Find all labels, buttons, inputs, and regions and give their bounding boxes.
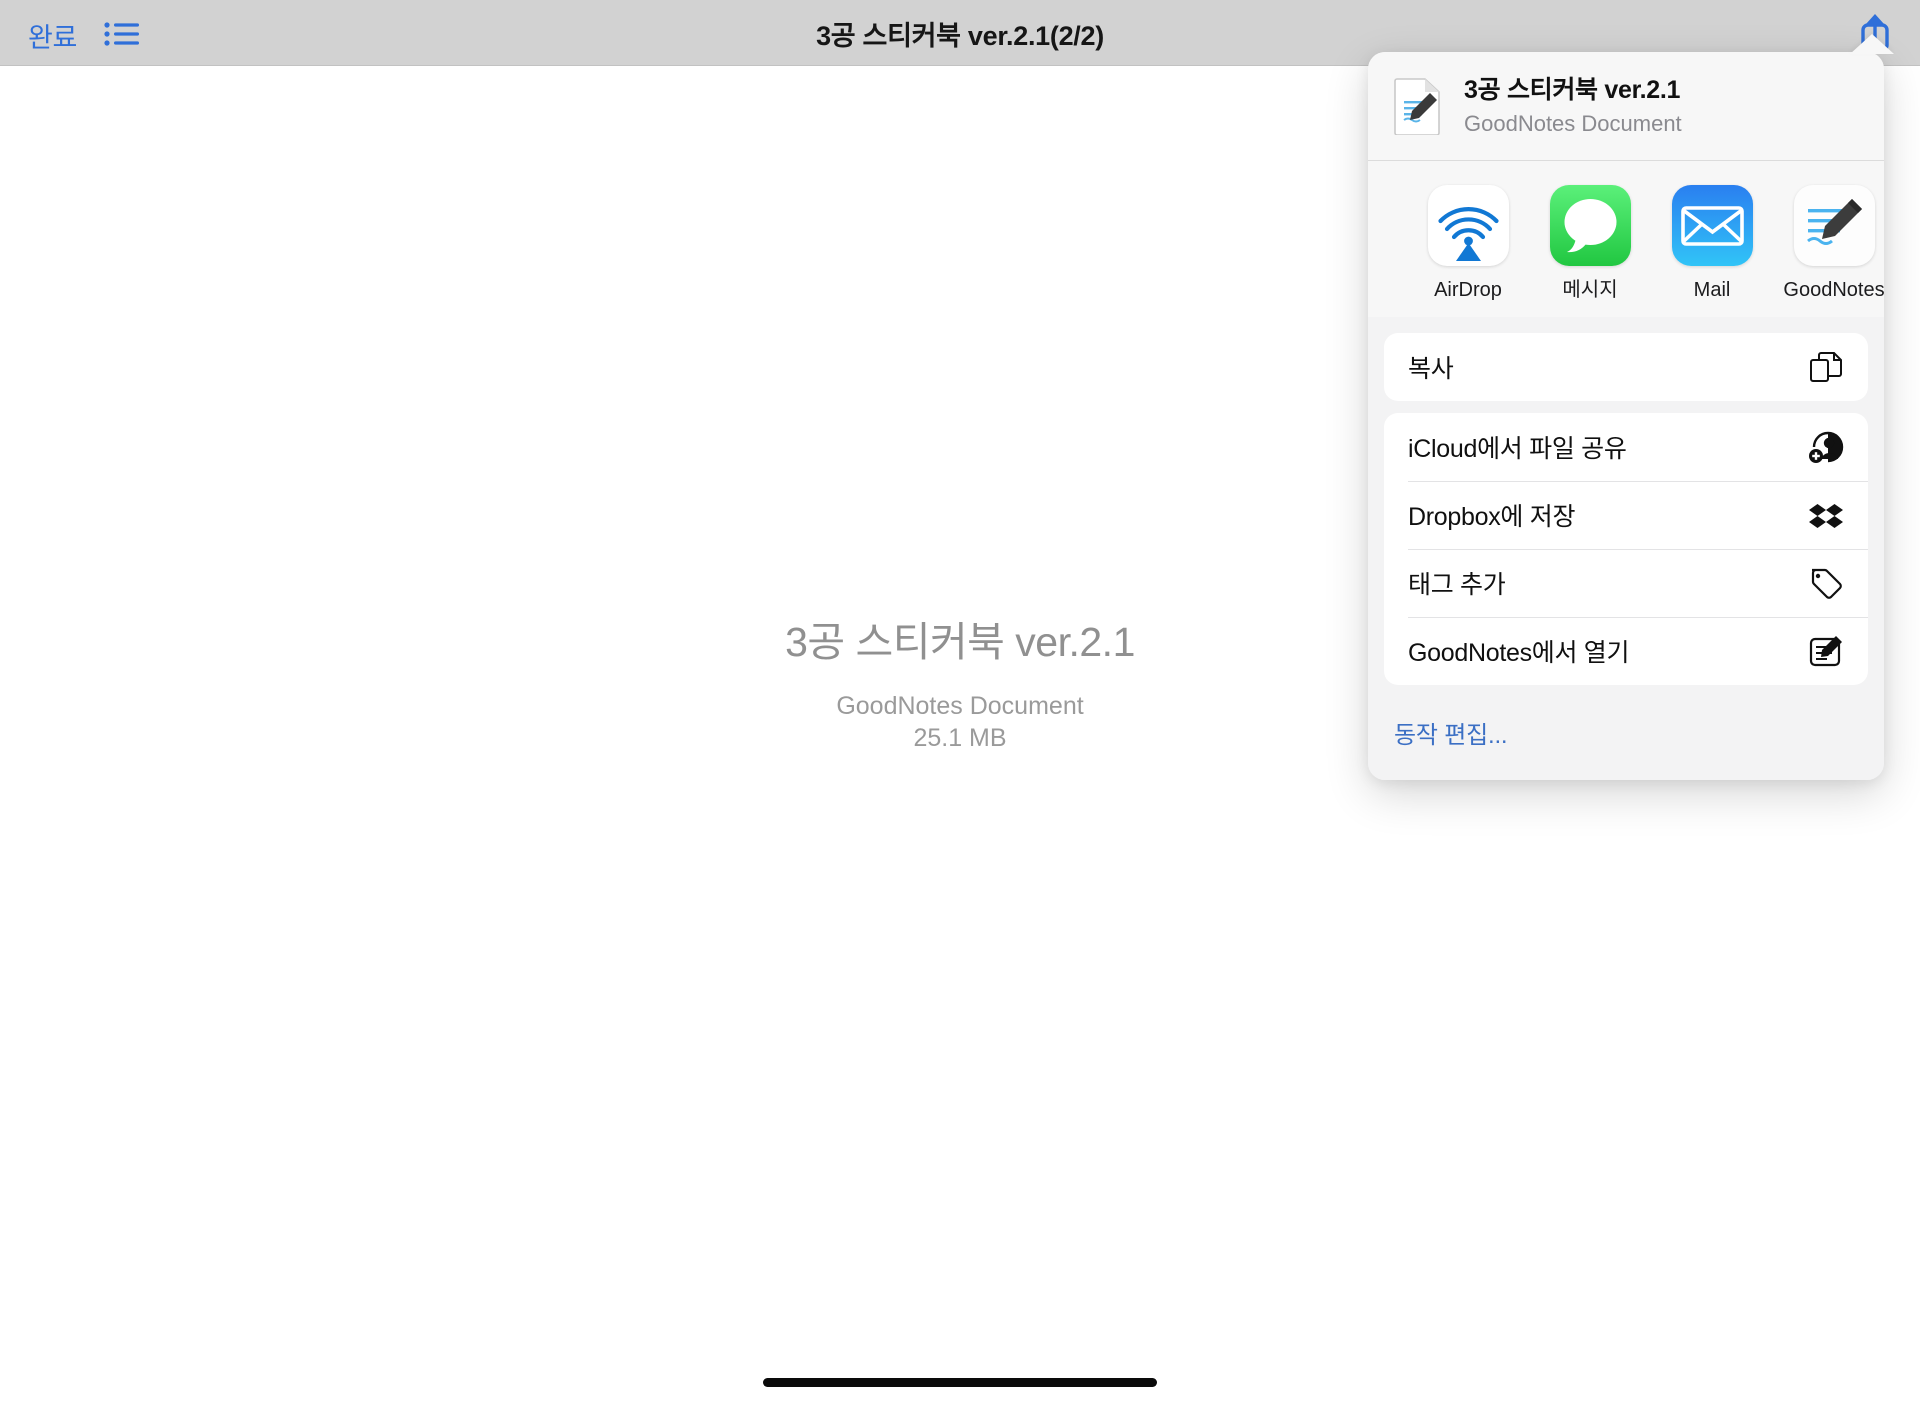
action-row-icloud-share[interactable]: iCloud에서 파일 공유 [1384,413,1868,481]
action-row-copy[interactable]: 복사 [1384,333,1868,401]
share-app-goodnotes[interactable]: GoodNotes [1783,185,1884,303]
messages-icon [1549,185,1631,266]
goodnotes-open-icon-svg [1809,636,1842,667]
share-app-label: 메시지 [1562,279,1618,301]
share-sheet-subtitle: GoodNotes Document [1464,111,1682,136]
person-add-icon [1808,429,1844,465]
share-sheet-header: 3공 스티커북 ver.2.1 GoodNotes Document [1368,52,1884,161]
action-label: 복사 [1408,355,1454,383]
share-app-messages[interactable]: 메시지 [1540,185,1640,303]
copy-icon [1808,349,1844,385]
tag-icon-svg [1811,568,1842,599]
page-title: 3공 스티커북 ver.2.1(2/2) [816,21,1104,51]
action-label: GoodNotes에서 열기 [1408,639,1630,667]
share-app-label: GoodNotes [1783,279,1884,301]
goodnotes-open-icon [1808,633,1844,669]
dropbox-icon [1808,497,1844,533]
dropbox-icon-svg [1809,504,1843,528]
goodnotes-icon [1793,185,1875,266]
share-action-groups: 복사 iCloud에서 파일 공유 Dropbox에 저장 태그 추가 Good… [1368,317,1884,685]
action-row-dropbox-save[interactable]: Dropbox에 저장 [1384,481,1868,549]
tag-icon [1808,565,1844,601]
action-group-copy: 복사 [1384,333,1868,401]
share-app-airdrop[interactable]: AirDrop [1418,185,1518,303]
action-label: Dropbox에 저장 [1408,503,1576,531]
action-label: 태그 추가 [1408,571,1506,599]
mail-icon-svg [1680,206,1744,246]
goodnotes-icon-svg [1806,199,1862,245]
share-app-row: AirDrop 메시지 Mail GoodNotes [1368,161,1884,317]
mail-icon [1671,185,1753,266]
share-app-label: AirDrop [1434,279,1502,301]
edit-actions-button[interactable]: 동작 편집... [1368,697,1884,780]
action-group-services: iCloud에서 파일 공유 Dropbox에 저장 태그 추가 GoodNot… [1384,413,1868,685]
share-sheet-popover: 3공 스티커북 ver.2.1 GoodNotes Document AirDr… [1368,52,1884,780]
copy-icon-svg [1810,352,1842,382]
share-sheet-title: 3공 스티커북 ver.2.1 [1464,76,1681,104]
airdrop-icon-svg [1437,207,1499,261]
action-row-open-in-goodnotes[interactable]: GoodNotes에서 열기 [1384,617,1868,685]
action-row-add-tag[interactable]: 태그 추가 [1384,549,1868,617]
ipad-screen: 완료 3공 스티커북 ver.2.1(2/2) 3공 스티커북 ver.2.1 [0,0,1920,1404]
person-add-icon-svg [1809,431,1844,463]
popover-arrow [1850,34,1894,54]
goodnotes-document-file-icon [1394,77,1442,136]
messages-icon-svg [1564,199,1616,253]
goodnotes-document-file-icon-svg [1394,78,1440,136]
share-app-mail[interactable]: Mail [1662,185,1762,303]
share-sheet-header-text: 3공 스티커북 ver.2.1 GoodNotes Document [1464,74,1682,138]
home-indicator[interactable] [763,1378,1157,1387]
share-app-label: Mail [1693,279,1731,301]
action-label: iCloud에서 파일 공유 [1408,435,1627,463]
airdrop-icon [1427,185,1509,266]
